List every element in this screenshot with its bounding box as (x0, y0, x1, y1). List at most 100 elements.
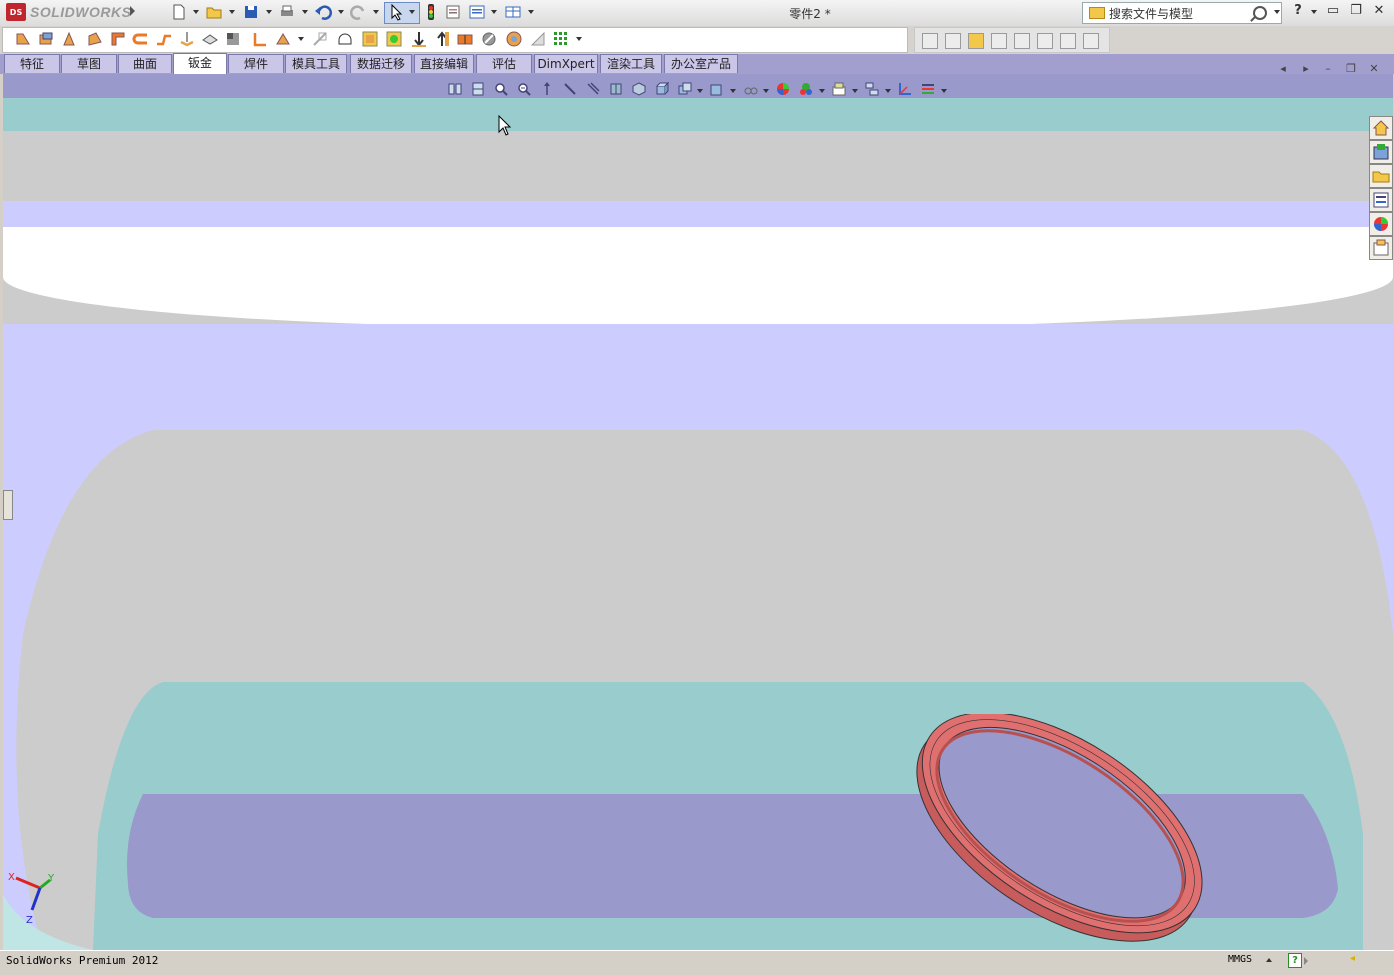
ambient-occlusion-icon[interactable] (831, 81, 847, 97)
realview-icon[interactable] (775, 81, 791, 97)
lofted-bend-icon[interactable] (60, 30, 78, 48)
edit-appearance-dropdown-icon[interactable] (697, 89, 703, 93)
options-dropdown-icon[interactable] (491, 10, 497, 14)
new-document-icon[interactable] (170, 3, 188, 21)
no-bends-icon[interactable] (433, 30, 451, 48)
status-help-icon[interactable]: ? (1288, 953, 1302, 968)
tab-data-migration[interactable]: 数据迁移 (350, 54, 412, 73)
save-icon[interactable] (242, 3, 260, 21)
tab-and-slot-icon[interactable] (552, 30, 570, 48)
tab-direct-editing[interactable]: 直接编辑 (414, 54, 474, 73)
ring-part-model[interactable] (900, 714, 1230, 944)
viewport-next-icon[interactable]: ▸ (1300, 63, 1312, 75)
rebuild-traffic-light-icon[interactable] (422, 3, 440, 21)
help-button[interactable]: ? (1291, 4, 1305, 18)
feature-manager-expand-handle[interactable] (3, 490, 13, 520)
pan-icon[interactable] (562, 81, 578, 97)
search-dropdown-icon[interactable] (1274, 10, 1280, 14)
base-flange-icon[interactable] (14, 30, 32, 48)
perspective-dropdown-icon[interactable] (885, 89, 891, 93)
apply-scene-dropdown-icon[interactable] (730, 89, 736, 93)
new-dropdown-icon[interactable] (193, 10, 199, 14)
tab-dimxpert[interactable]: DimXpert (534, 54, 598, 73)
tab-office-products[interactable]: 办公室产品 (664, 54, 738, 73)
layer-manager-dropdown-icon[interactable] (941, 89, 947, 93)
layout-dropdown-icon[interactable] (528, 10, 534, 14)
cross-break-icon[interactable] (201, 30, 219, 48)
closed-corner-icon[interactable] (251, 30, 269, 48)
search-icon[interactable] (1253, 6, 1267, 20)
apply-scene-icon[interactable] (709, 81, 725, 97)
units-selector[interactable]: MMGS (1228, 954, 1252, 965)
units-dropup-icon[interactable] (1266, 958, 1272, 962)
solidworks-logo[interactable]: DS SOLIDWORKS (6, 2, 131, 22)
edge-flange-icon[interactable] (86, 30, 104, 48)
task-pane-design-library-button[interactable] (1369, 140, 1393, 164)
corner-icon[interactable] (224, 30, 242, 48)
undo-icon[interactable] (314, 3, 332, 21)
tab-sketch[interactable]: 草图 (61, 54, 117, 73)
display-style-icon[interactable] (631, 81, 647, 97)
edit-appearance-icon[interactable] (677, 81, 693, 97)
welded-corner-icon[interactable] (274, 30, 292, 48)
file-properties-icon[interactable] (444, 3, 462, 21)
minimize-button[interactable]: ▭ (1326, 4, 1340, 18)
tab-features[interactable]: 特征 (4, 54, 60, 73)
shadows-dropdown-icon[interactable] (819, 89, 825, 93)
viewport-restore-icon[interactable]: ❐ (1345, 63, 1357, 75)
unfold-icon[interactable] (361, 30, 379, 48)
section-view-icon[interactable] (585, 81, 601, 97)
tab-surfaces[interactable]: 曲面 (118, 54, 172, 73)
zoom-in-out-icon[interactable] (516, 81, 532, 97)
tab-weldments[interactable]: 焊件 (228, 54, 284, 73)
sketched-bend-icon[interactable] (178, 30, 196, 48)
break-corner-icon[interactable] (311, 30, 329, 48)
triad-toggle-icon[interactable] (897, 81, 913, 97)
hide-show-items-icon[interactable] (654, 81, 670, 97)
toolbar-overflow-dropdown-icon[interactable] (576, 37, 582, 41)
tab-render-tools[interactable]: 渲染工具 (600, 54, 662, 73)
vent-icon[interactable] (336, 30, 354, 48)
jog-icon[interactable] (155, 30, 173, 48)
search-box[interactable]: 搜索文件与模型 (1082, 2, 1282, 24)
task-pane-view-palette-button[interactable] (1369, 188, 1393, 212)
previous-view-icon[interactable] (447, 81, 463, 97)
rotate-icon[interactable] (539, 81, 555, 97)
select-dropdown-icon[interactable] (409, 10, 415, 14)
open-folder-icon[interactable] (205, 3, 223, 21)
task-pane-custom-properties-button[interactable] (1369, 236, 1393, 260)
layout-icon[interactable] (504, 3, 522, 21)
status-arrow-icon[interactable]: ◂ (1350, 954, 1358, 964)
miter-flange-icon[interactable] (109, 30, 127, 48)
redo-dropdown-icon[interactable] (373, 10, 379, 14)
insert-bends-icon[interactable] (480, 30, 498, 48)
print-icon[interactable] (278, 3, 296, 21)
view-orientation-icon[interactable] (608, 81, 624, 97)
undo-dropdown-icon[interactable] (338, 10, 344, 14)
fold-icon[interactable] (385, 30, 403, 48)
open-dropdown-icon[interactable] (229, 10, 235, 14)
convert-to-sheet-metal-icon[interactable] (37, 30, 55, 48)
shadows-icon[interactable] (798, 81, 814, 97)
ambient-occlusion-dropdown-icon[interactable] (852, 89, 858, 93)
rip-icon[interactable] (456, 30, 474, 48)
forming-tool-icon[interactable] (505, 30, 523, 48)
task-pane-home-button[interactable] (1369, 116, 1393, 140)
flatten-icon[interactable] (410, 30, 428, 48)
menu-expand-arrow-icon[interactable] (130, 6, 135, 16)
maximize-button[interactable]: ❐ (1349, 4, 1363, 18)
close-button[interactable]: ✕ (1372, 4, 1386, 18)
tab-sheet-metal[interactable]: 钣金 (173, 53, 227, 74)
tab-evaluate[interactable]: 评估 (476, 54, 532, 73)
perspective-icon[interactable] (864, 81, 880, 97)
layer-manager-icon[interactable] (920, 81, 936, 97)
zoom-to-area-icon[interactable] (493, 81, 509, 97)
print-dropdown-icon[interactable] (302, 10, 308, 14)
view-settings-icon[interactable] (742, 81, 758, 97)
tab-mold-tools[interactable]: 模具工具 (285, 54, 347, 73)
corner-dropdown-icon[interactable] (298, 37, 304, 41)
sheet-metal-gusset-icon[interactable] (529, 30, 547, 48)
redo-icon[interactable] (350, 3, 368, 21)
task-pane-file-explorer-button[interactable] (1369, 164, 1393, 188)
view-settings-dropdown-icon[interactable] (763, 89, 769, 93)
